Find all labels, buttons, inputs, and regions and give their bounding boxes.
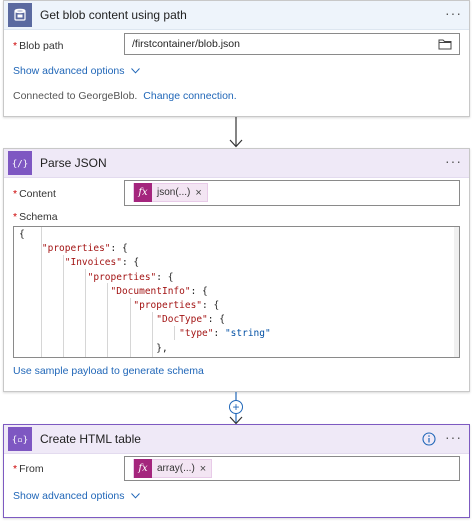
plus-icon: + [232, 400, 240, 414]
schema-code-line: "DocVersion": { [19, 356, 451, 358]
content-expression-token[interactable]: fx json(...) × [133, 183, 208, 202]
schema-code-line: "properties": { [87, 271, 174, 283]
connected-text: Connected to GeorgeBlob. [13, 90, 138, 102]
use-sample-payload-link[interactable]: Use sample payload to generate schema [13, 365, 204, 377]
create-html-table-card: {▫} Create HTML table ··· * From fx array… [3, 424, 470, 518]
blob-action-header[interactable]: Get blob content using path ··· [4, 1, 469, 30]
more-options-icon[interactable]: ··· [445, 430, 461, 447]
schema-code-line: "properties": { [133, 299, 220, 311]
parse-json-title: Parse JSON [40, 156, 107, 170]
svg-text:{▫}: {▫} [12, 436, 28, 446]
remove-token-icon[interactable]: × [195, 187, 206, 199]
schema-code-line: "DocumentInfo": { [110, 285, 208, 297]
schema-code-line: "type": "string" [179, 328, 271, 340]
schema-code-line: "Invoices": { [64, 257, 140, 269]
from-label: * From [13, 463, 44, 475]
schema-code-line: }, [19, 342, 168, 354]
create-html-table-title: Create HTML table [40, 432, 141, 446]
flow-arrow [227, 117, 245, 148]
blob-path-input[interactable]: /firstcontainer/blob.json [124, 33, 460, 55]
blob-path-value: /firstcontainer/blob.json [132, 38, 240, 50]
schema-code-line: { [19, 229, 25, 240]
schema-editor[interactable]: { "properties": { "Invoices": { "propert… [13, 226, 460, 358]
indent-guide [130, 298, 131, 357]
from-token-label: array(...) [157, 463, 195, 474]
from-expression-token[interactable]: fx array(...) × [133, 459, 213, 478]
show-advanced-options-link[interactable]: Show advanced options [13, 490, 141, 502]
storage-blob-icon [8, 3, 32, 27]
indent-guide [174, 326, 175, 340]
indent-guide [41, 227, 42, 357]
blob-action-title: Get blob content using path [40, 8, 187, 22]
add-step-button[interactable]: + [229, 400, 243, 414]
schema-code-lines: { "properties": { "Invoices": { "propert… [19, 228, 451, 358]
connection-info: Connected to GeorgeBlob. Change connecti… [13, 90, 237, 102]
indent-guide [107, 283, 108, 357]
schema-code-line: "properties": { [41, 243, 128, 255]
svg-text:{/}: {/} [12, 160, 28, 170]
blob-path-label: * Blob path [13, 40, 64, 52]
change-connection-link[interactable]: Change connection. [143, 90, 236, 102]
indent-guide [63, 255, 64, 357]
blob-action-card: Get blob content using path ··· * Blob pa… [3, 0, 470, 117]
content-label: * Content [13, 188, 56, 200]
table-curly-icon: {▫} [8, 427, 32, 451]
indent-guide [85, 269, 86, 357]
content-token-label: json(...) [157, 187, 191, 198]
more-options-icon[interactable]: ··· [445, 6, 461, 23]
chevron-down-icon [131, 490, 141, 502]
folder-icon[interactable] [438, 38, 452, 53]
show-advanced-options-link[interactable]: Show advanced options [13, 65, 141, 77]
remove-token-icon[interactable]: × [200, 463, 211, 475]
chevron-down-icon [131, 65, 141, 77]
info-icon[interactable] [422, 432, 436, 449]
schema-label: * Schema [13, 211, 58, 223]
function-fx-icon: fx [134, 183, 152, 202]
parse-json-header[interactable]: {/} Parse JSON ··· [4, 149, 469, 178]
indent-guide [152, 312, 153, 357]
schema-code-line: "DocType": { [156, 314, 225, 326]
editor-scrollbar[interactable] [454, 227, 459, 357]
more-options-icon[interactable]: ··· [445, 154, 461, 171]
parse-json-card: {/} Parse JSON ··· * Content fx json(...)… [3, 148, 470, 392]
create-html-table-header[interactable]: {▫} Create HTML table ··· [4, 425, 469, 454]
curly-braces-icon: {/} [8, 151, 32, 175]
function-fx-icon: fx [134, 459, 152, 478]
